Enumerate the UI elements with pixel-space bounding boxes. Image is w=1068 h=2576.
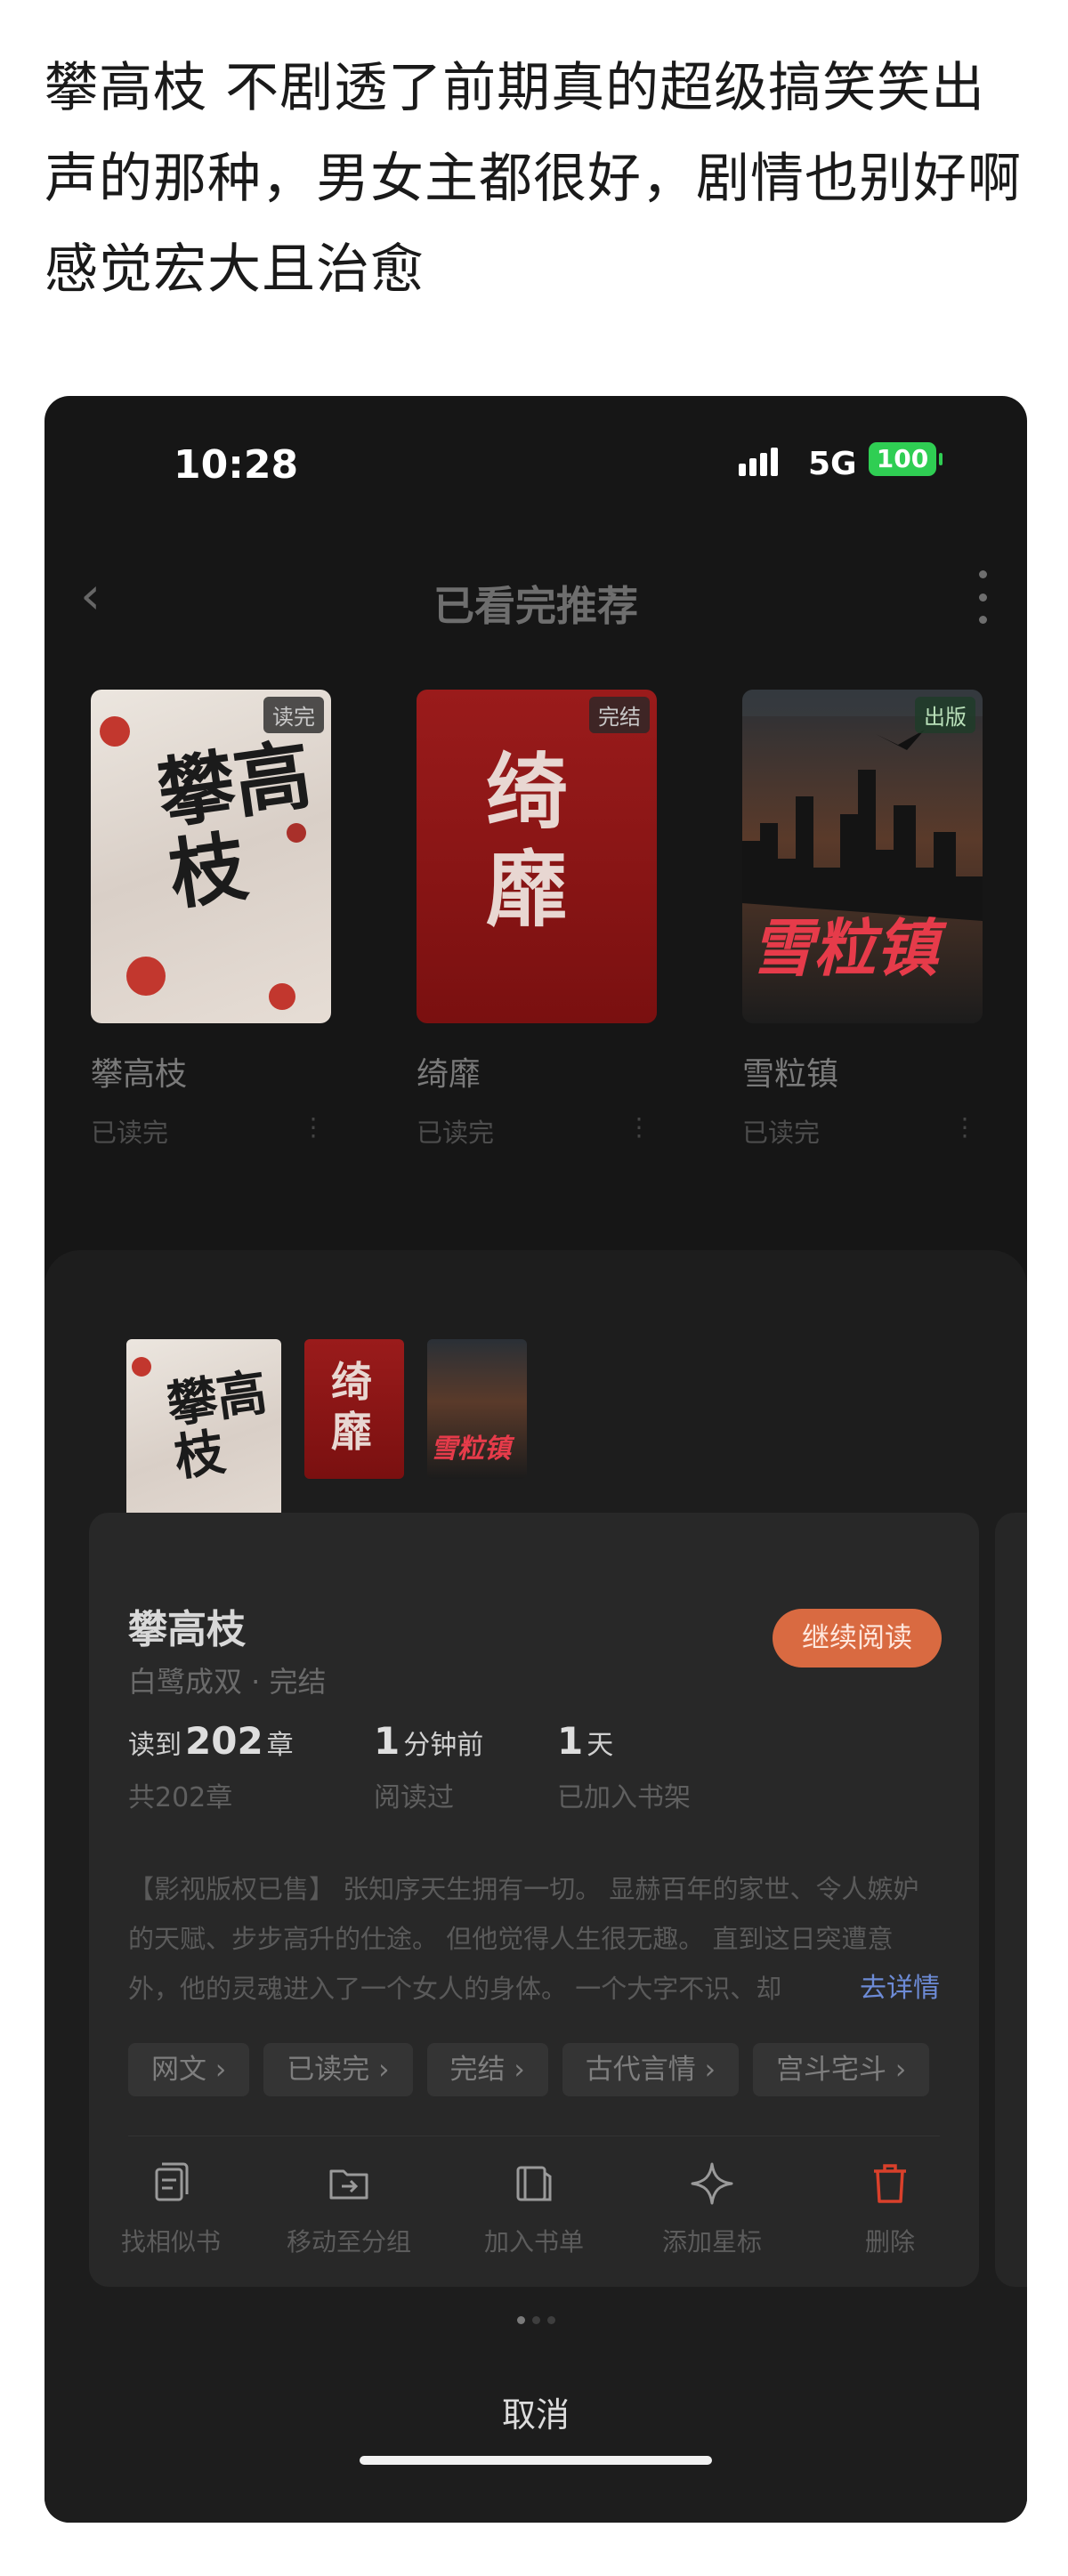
nav-bar: ‹ 已看完推荐 <box>44 547 1027 654</box>
cover-calligraphy: 攀高枝 <box>163 1362 271 1489</box>
vertical-dots-icon[interactable] <box>974 570 991 624</box>
signal-icon <box>739 448 778 476</box>
book-status-label: 已读完 <box>417 1118 495 1148</box>
vertical-dots-icon[interactable]: ⋮ <box>952 1112 977 1142</box>
detail-author: 白鹭成双 · 完结 <box>128 1665 327 1699</box>
vertical-dots-icon[interactable]: ⋮ <box>627 1112 651 1142</box>
book-card[interactable]: 雪粒镇 出版 雪粒镇 已读完 ⋮ <box>742 690 983 1150</box>
book-status: 已读完 ⋮ <box>91 1112 331 1150</box>
stat-label: 共202章 <box>128 1782 233 1813</box>
action-move-group[interactable]: 移动至分组 <box>260 2160 438 2258</box>
action-delete[interactable]: 删除 <box>801 2160 979 2258</box>
book-cover: 攀高枝 读完 <box>91 690 331 1023</box>
action-row: 找相似书 移动至分组 加入书单 添加星标 删除 <box>89 2160 979 2267</box>
action-label: 添加星标 <box>661 2227 762 2257</box>
stat-value: 1 <box>374 1719 400 1763</box>
status-time: 10:28 <box>174 442 299 488</box>
tag-chip[interactable]: 已读完 › <box>263 2043 413 2096</box>
cover-calligraphy: 雪粒镇 <box>431 1433 511 1465</box>
badge: 完结 <box>589 697 650 733</box>
next-card-peek[interactable] <box>995 1513 1027 2287</box>
tag-chip[interactable]: 宫斗宅斗 › <box>753 2043 930 2096</box>
action-add-star[interactable]: 添加星标 <box>623 2160 801 2258</box>
battery-icon: 100 <box>869 442 943 476</box>
add-to-booklist-icon <box>516 2166 552 2201</box>
action-find-similar[interactable]: 找相似书 <box>82 2160 260 2258</box>
book-cover: 绮靡 完结 <box>417 690 657 1023</box>
status-bar: 10:28 5G 100 <box>44 396 1027 547</box>
vertical-dots-icon[interactable]: ⋮ <box>301 1112 326 1142</box>
go-to-details-link[interactable]: 去详情 <box>824 1964 940 2014</box>
stat-progress: 读到202 章 共202章 <box>128 1719 294 1814</box>
network-label: 5G <box>808 446 857 482</box>
stat-label: 阅读过 <box>374 1782 454 1813</box>
book-title: 攀高枝 <box>91 1056 188 1093</box>
stat-suffix: 章 <box>266 1730 294 1761</box>
book-description: 【影视版权已售】 张知序天生拥有一切。 显赫百年的家世、令人嫉妒的天赋、步步高升… <box>128 1874 919 2004</box>
detail-title: 攀高枝 <box>128 1607 246 1652</box>
continue-reading-button[interactable]: 继续阅读 <box>773 1609 942 1668</box>
stat-suffix: 天 <box>587 1730 614 1761</box>
book-detail-card: 攀高枝 白鹭成双 · 完结 继续阅读 读到202 章 共202章 1 分钟前 阅读过… <box>89 1513 979 2287</box>
stat-value: 202 <box>185 1719 263 1763</box>
cancel-button[interactable]: 取消 <box>44 2387 1027 2436</box>
thumb[interactable]: 雪粒镇 <box>427 1339 527 1479</box>
stat-label: 已加入书架 <box>557 1782 691 1813</box>
action-label: 移动至分组 <box>286 2227 411 2257</box>
post-text: 攀高枝 不剧透了前期真的超级搞笑笑出声的那种，男女主都很好，剧情也别好啊感觉宏大… <box>44 57 1022 301</box>
action-label: 删除 <box>864 2227 915 2257</box>
home-indicator[interactable] <box>360 2456 712 2465</box>
tag-chip[interactable]: 网文 › <box>128 2043 250 2096</box>
tag-chip[interactable]: 完结 › <box>426 2043 548 2096</box>
book-title: 雪粒镇 <box>742 1056 839 1093</box>
stat-value: 1 <box>557 1719 584 1763</box>
reading-stats: 读到202 章 共202章 1 分钟前 阅读过 1天 已加入书架 <box>128 1719 751 1826</box>
cover-calligraphy: 绮靡 <box>486 744 569 938</box>
cover-calligraphy: 攀高枝 <box>152 730 317 922</box>
thumb[interactable]: 绮靡 <box>304 1339 404 1479</box>
page-indicator <box>44 2316 1027 2324</box>
action-label: 加入书单 <box>483 2227 584 2257</box>
badge: 读完 <box>263 697 324 733</box>
action-add-booklist[interactable]: 加入书单 <box>445 2160 623 2258</box>
cover-calligraphy: 雪粒镇 <box>751 911 938 985</box>
stat-last-read: 1 分钟前 阅读过 <box>374 1719 483 1814</box>
tag-chip[interactable]: 古代言情 › <box>562 2043 740 2096</box>
stat-prefix: 读到 <box>128 1730 182 1761</box>
book-status-label: 已读完 <box>91 1118 169 1148</box>
tag-list: 网文 › 已读完 › 完结 › 古代言情 › 宫斗宅斗 › <box>128 2043 956 2096</box>
book-card[interactable]: 攀高枝 读完 攀高枝 已读完 ⋮ <box>91 690 331 1150</box>
action-label: 找相似书 <box>120 2227 221 2257</box>
badge: 出版 <box>915 697 975 733</box>
book-cover: 雪粒镇 出版 <box>742 690 983 1023</box>
page-title: 已看完推荐 <box>433 582 638 630</box>
trash-icon <box>874 2164 906 2203</box>
book-card[interactable]: 绮靡 完结 绮靡 已读完 ⋮ <box>417 690 657 1150</box>
book-status: 已读完 ⋮ <box>742 1112 983 1150</box>
book-status: 已读完 ⋮ <box>417 1112 657 1150</box>
phone-screenshot: 10:28 5G 100 ‹ 已看完推荐 攀高枝 读完 攀高枝 已读完 ⋮ 绮靡 <box>44 396 1027 2523</box>
move-to-group-icon <box>329 2169 368 2200</box>
bottom-sheet: 攀高枝 绮靡 雪粒镇 攀高枝 白鹭成双 · 完结 继续阅读 读到202 章 共20… <box>44 1250 1027 2523</box>
similar-books-icon <box>155 2162 189 2201</box>
stat-shelf-days: 1天 已加入书架 <box>557 1719 691 1814</box>
stat-suffix: 分钟前 <box>403 1730 484 1761</box>
cover-calligraphy: 绮靡 <box>331 1358 372 1456</box>
star-sparkle-icon <box>691 2162 733 2205</box>
book-status-label: 已读完 <box>742 1118 821 1148</box>
book-title: 绮靡 <box>417 1056 481 1093</box>
